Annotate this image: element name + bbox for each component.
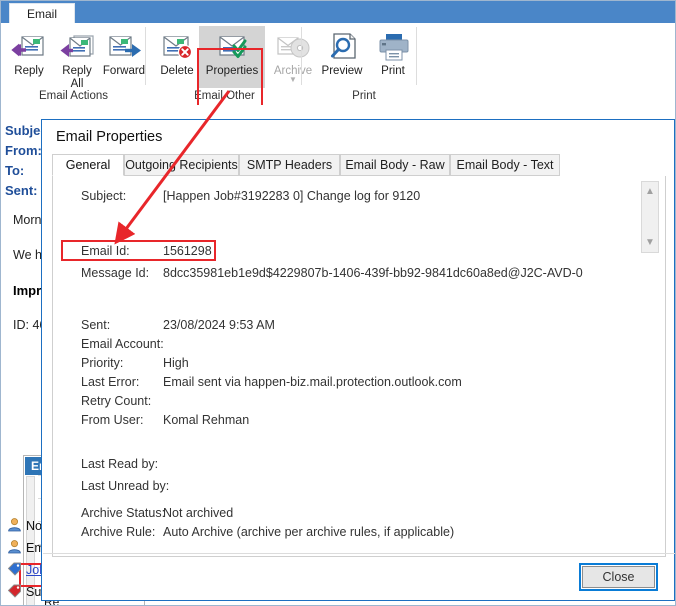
print-icon xyxy=(374,28,412,64)
properties-button-highlight xyxy=(197,48,263,110)
label-from-user: From User: xyxy=(81,413,144,427)
reply-icon xyxy=(10,28,48,64)
ribbon-group-email-actions: Reply Reply All Forward Email Actions xyxy=(1,23,146,105)
email-id-highlight-box xyxy=(61,240,216,261)
tab-smtp-headers[interactable]: SMTP Headers xyxy=(239,154,340,176)
label-message-id: Message Id: xyxy=(81,266,150,280)
application-window: Email Reply Reply All Forward Email Acti… xyxy=(0,0,676,606)
ribbon: Reply Reply All Forward Email Actions De… xyxy=(1,23,675,110)
ribbon-group-separator xyxy=(416,27,417,85)
value-archive-rule: Auto Archive (archive per archive rules,… xyxy=(163,525,455,539)
tree-item-not[interactable]: Not xyxy=(7,517,45,535)
ribbon-tab-email[interactable]: Email xyxy=(9,3,75,24)
label-last-error: Last Error: xyxy=(81,375,140,389)
forward-button-label: Forward xyxy=(102,65,146,77)
email-properties-dialog: Email Properties General Outgoing Recipi… xyxy=(41,119,675,601)
value-priority: High xyxy=(163,356,189,370)
scroll-down-chevron-icon[interactable]: ▼ xyxy=(642,238,658,248)
label-last-unread-by: Last Unread by: xyxy=(81,479,170,493)
reply-button[interactable]: Reply xyxy=(3,26,55,88)
tab-email-body-raw-label: Email Body - Raw xyxy=(345,158,445,172)
ribbon-tab-strip: Email xyxy=(1,1,675,24)
tab-email-body-text-label: Email Body - Text xyxy=(456,158,554,172)
tab-outgoing-recipients[interactable]: Outgoing Recipients xyxy=(124,154,239,176)
field-label-to: To: xyxy=(5,163,25,178)
forward-button[interactable]: Forward xyxy=(96,26,152,88)
email-body-line-3: Impr xyxy=(13,283,42,298)
value-from-user: Komal Rehman xyxy=(163,413,250,427)
reply-all-button-label-line2: All xyxy=(70,78,84,90)
label-sent: Sent: xyxy=(81,318,111,332)
field-label-from: From: xyxy=(5,143,42,158)
delete-button-label: Delete xyxy=(160,65,194,77)
dialog-tab-bar: General Outgoing Recipients SMTP Headers… xyxy=(52,154,666,176)
user-icon xyxy=(7,517,22,535)
tab-smtp-headers-label: SMTP Headers xyxy=(246,158,333,172)
archive-icon xyxy=(274,28,312,64)
close-button-label: Close xyxy=(602,570,635,584)
ribbon-group-separator xyxy=(301,27,302,85)
dialog-general-panel: Subject: [Happen Job#3192283 0] Change l… xyxy=(52,176,666,557)
label-priority: Priority: xyxy=(81,356,124,370)
tab-general[interactable]: General xyxy=(52,154,124,176)
dialog-footer-divider xyxy=(43,553,675,554)
preview-icon xyxy=(323,28,361,64)
field-label-sent: Sent: xyxy=(5,183,38,198)
dialog-title: Email Properties xyxy=(56,129,163,145)
tab-email-body-text[interactable]: Email Body - Text xyxy=(450,154,560,176)
preview-button-label: Preview xyxy=(321,65,363,77)
tag-blue-icon xyxy=(7,561,22,579)
value-message-id: 8dcc35981eb1e9d$4229807b-1406-439f-bb92-… xyxy=(163,266,583,280)
ribbon-group-email-actions-label: Email Actions xyxy=(38,90,109,102)
tab-general-label: General xyxy=(65,158,111,172)
tab-email-body-raw[interactable]: Email Body - Raw xyxy=(340,154,450,176)
ribbon-group-print-label: Print xyxy=(352,90,376,102)
email-body-line-1: Morn xyxy=(13,213,42,227)
label-email-account: Email Account: xyxy=(81,337,164,351)
value-archive-status: Not archived xyxy=(163,506,234,520)
scroll-up-chevron-icon[interactable]: ▲ xyxy=(642,187,658,197)
email-body-line-2: We h xyxy=(13,248,42,262)
value-last-error: Email sent via happen-biz.mail.protectio… xyxy=(163,375,462,389)
ribbon-tab-email-label: Email xyxy=(26,7,57,21)
preview-button[interactable]: Preview xyxy=(313,26,371,88)
reply-all-button-label-line1: Reply xyxy=(62,65,92,77)
forward-icon xyxy=(105,28,143,64)
close-button[interactable]: Close xyxy=(582,566,655,588)
label-last-read-by: Last Read by: xyxy=(81,457,159,471)
user-icon xyxy=(7,539,22,557)
delete-icon xyxy=(158,28,196,64)
archive-dropdown-chevron-icon[interactable]: ▼ xyxy=(289,76,297,84)
delete-button[interactable]: Delete xyxy=(151,26,203,88)
value-sent: 23/08/2024 9:53 AM xyxy=(163,318,275,332)
tree-item-email[interactable]: Em xyxy=(7,539,45,557)
label-archive-rule: Archive Rule: xyxy=(81,525,156,539)
ribbon-group-separator xyxy=(145,27,146,85)
reply-all-icon xyxy=(58,28,96,64)
tag-red-icon xyxy=(7,583,22,601)
label-archive-status: Archive Status: xyxy=(81,506,166,520)
label-subject: Subject: xyxy=(81,189,127,203)
value-subject: [Happen Job#3192283 0] Change log for 91… xyxy=(163,189,421,203)
ribbon-group-print: Preview Print Print xyxy=(311,23,417,105)
print-button[interactable]: Print xyxy=(369,26,417,88)
label-retry-count: Retry Count: xyxy=(81,394,152,408)
reply-button-label: Reply xyxy=(14,65,44,77)
tab-outgoing-recipients-label: Outgoing Recipients xyxy=(125,158,238,172)
dialog-vertical-scrollbar[interactable]: ▲ ▼ xyxy=(641,181,659,253)
print-button-label: Print xyxy=(381,65,405,77)
